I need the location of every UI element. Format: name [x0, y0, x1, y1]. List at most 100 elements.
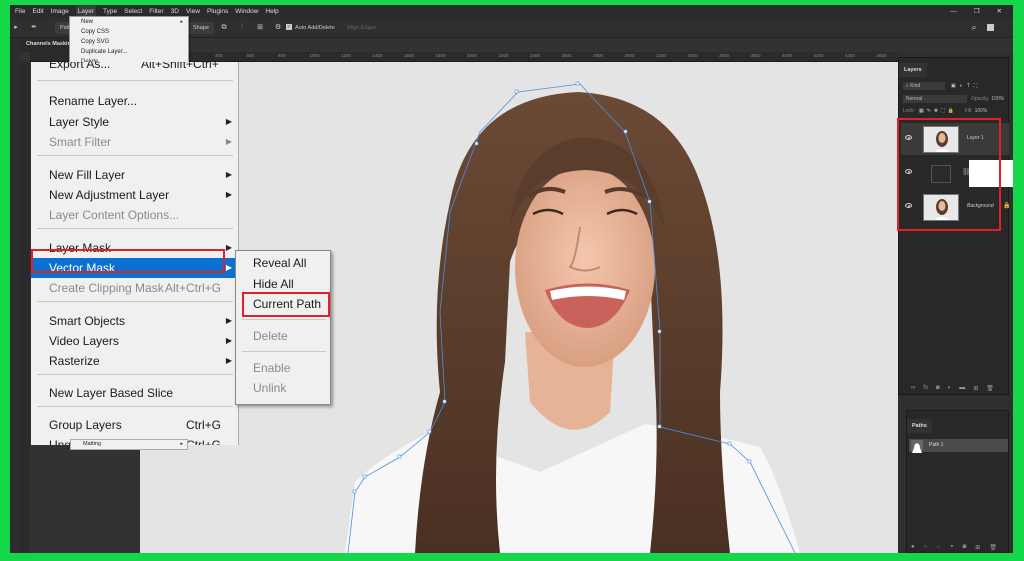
- path-alignment-icon[interactable]: ⫶: [238, 24, 246, 32]
- settings-gear-icon[interactable]: ⚙: [274, 24, 282, 32]
- paths-panel: Paths Path 1 ● ○ ⁘ ⌖ ◙ ⊞ 🗑: [906, 410, 1009, 553]
- submenu-item-hide-all[interactable]: Hide All: [253, 274, 294, 294]
- menu-plugins[interactable]: Plugins: [207, 5, 228, 18]
- toolbar: [10, 38, 20, 553]
- path-row-path-1[interactable]: Path 1: [909, 439, 1008, 453]
- menu-item-rename-layer[interactable]: Rename Layer...: [31, 91, 238, 111]
- layers-highlight-box: [897, 118, 1001, 231]
- auto-add-delete-checkbox[interactable]: ✓: [286, 24, 292, 30]
- opacity-label: Opacity:: [971, 96, 990, 102]
- menu-item-group-layers[interactable]: Group Layers Ctrl+G: [31, 415, 238, 435]
- menu-item-smart-filter: Smart Filter ▶: [49, 135, 232, 149]
- paths-tab[interactable]: Paths: [907, 419, 932, 433]
- menu-help[interactable]: Help: [265, 5, 278, 18]
- menu-item-new-layer-based-slice[interactable]: New Layer Based Slice: [31, 383, 238, 403]
- menu-item-rasterize[interactable]: Rasterize ▶: [31, 351, 238, 371]
- link-layers-icon[interactable]: ∞: [911, 385, 915, 392]
- add-mask-icon[interactable]: ◙: [963, 544, 967, 551]
- menu-item-create-clipping-mask: Create Clipping Mask Alt+Ctrl+G: [49, 281, 221, 295]
- ruler-tick: 1800: [435, 53, 446, 58]
- paths-footer: ● ○ ⁘ ⌖ ◙ ⊞ 🗑: [911, 544, 997, 551]
- path-arrangement-icon[interactable]: ⊞: [256, 24, 264, 32]
- ruler-tick: 1400: [372, 53, 383, 58]
- ruler-tick: 3800: [750, 53, 761, 58]
- ruler-tick: 1600: [404, 53, 415, 58]
- blend-mode-select[interactable]: Normal: [903, 95, 967, 103]
- menu-item-matting[interactable]: Matting ▸: [70, 439, 188, 450]
- auto-add-delete-label: Auto Add/Delete: [295, 25, 335, 31]
- menu-item-video-layers[interactable]: Video Layers ▶: [31, 331, 238, 351]
- filter-kind-select[interactable]: ⌕ Kind: [903, 81, 945, 90]
- ruler-tick: 4000: [782, 53, 793, 58]
- menu-item-duplicate-layer[interactable]: Duplicate Layer...: [70, 47, 188, 57]
- vector-mask-highlight-box: [31, 249, 225, 273]
- adjustment-icon[interactable]: ◐: [948, 385, 952, 392]
- home-icon[interactable]: ▸: [12, 24, 20, 32]
- path-thumbnail: [911, 440, 923, 453]
- restore-button[interactable]: ❐: [974, 5, 980, 18]
- menu-item-copy-css[interactable]: Copy CSS: [70, 27, 188, 37]
- path-name[interactable]: Path 1: [929, 442, 943, 448]
- submenu-item-enable: Enable: [253, 361, 291, 375]
- lock-label: Lock:: [903, 108, 915, 114]
- menu-item-copy-svg[interactable]: Copy SVG: [70, 37, 188, 47]
- ruler-tick: 4600: [876, 53, 887, 58]
- workspace-icon[interactable]: [987, 24, 994, 31]
- new-layer-icon[interactable]: ⊞: [973, 385, 978, 392]
- current-path-highlight-box: [242, 292, 330, 317]
- ruler-tick: 3600: [719, 53, 730, 58]
- menu-item-layer-style[interactable]: Layer Style ▶: [31, 112, 238, 132]
- ruler-tick: 3000: [624, 53, 635, 58]
- submenu-item-delete: Delete: [253, 329, 288, 343]
- fill-label: Fill:: [964, 108, 973, 114]
- menu-edit[interactable]: Edit: [32, 5, 43, 18]
- pen-tool-icon[interactable]: ✒: [30, 24, 38, 32]
- menu-item-new-fill-layer[interactable]: New Fill Layer ▶: [31, 165, 238, 185]
- filter-type-icons[interactable]: ▣◐T⛶: [951, 83, 981, 89]
- lock-icon: 🔒: [1003, 203, 1011, 209]
- ruler-tick: 3400: [687, 53, 698, 58]
- menu-file[interactable]: File: [15, 5, 25, 18]
- fill-input[interactable]: 100%: [975, 108, 988, 114]
- path-operations-icon[interactable]: ⧉: [220, 24, 228, 32]
- submenu-item-reveal-all[interactable]: Reveal All: [253, 253, 306, 273]
- ruler-tick: 2000: [467, 53, 478, 58]
- fx-icon[interactable]: fx: [923, 385, 928, 392]
- ruler-tick: 2400: [530, 53, 541, 58]
- ruler-tick: 3200: [656, 53, 667, 58]
- menu-image[interactable]: Image: [51, 5, 69, 18]
- vertical-ruler: [20, 62, 30, 553]
- ruler-tick: 4200: [813, 53, 824, 58]
- minimize-button[interactable]: —: [950, 5, 957, 18]
- trash-icon[interactable]: 🗑: [989, 544, 997, 551]
- lock-icons[interactable]: ▦✎✥⛶🔒: [919, 108, 957, 114]
- align-edges-checkbox[interactable]: Align Edges: [347, 25, 376, 31]
- make-path-icon[interactable]: ⌖: [950, 544, 953, 551]
- search-icon[interactable]: ⌕: [970, 23, 978, 32]
- menu-window[interactable]: Window: [235, 5, 258, 18]
- vector-mask-submenu: Reveal All Hide All Current Path Delete …: [235, 250, 331, 405]
- new-path-icon[interactable]: ⊞: [975, 544, 980, 551]
- ruler-tick: 2200: [498, 53, 509, 58]
- load-selection-icon[interactable]: ⁘: [936, 544, 941, 551]
- menu-item-export-as[interactable]: Export As... Alt+Shift+Ctrl+': [31, 62, 238, 74]
- menu-item-layer-content-options: Layer Content Options...: [49, 208, 180, 222]
- add-mask-icon[interactable]: ◙: [936, 385, 940, 392]
- folder-icon[interactable]: ▬: [959, 385, 965, 392]
- menu-item-new-adjustment-layer[interactable]: New Adjustment Layer ▶: [31, 185, 238, 205]
- ruler-tick: 2600: [561, 53, 572, 58]
- ruler-tick: 800: [278, 53, 286, 58]
- ruler-tick: 1000: [309, 53, 320, 58]
- opacity-input[interactable]: 100%: [991, 96, 1004, 102]
- layers-tab[interactable]: Layers: [899, 63, 927, 77]
- menu-item-smart-objects[interactable]: Smart Objects ▶: [31, 311, 238, 331]
- stroke-path-icon[interactable]: ○: [924, 544, 928, 551]
- layers-footer: ∞ fx ◙ ◐ ▬ ⊞ 🗑: [911, 385, 994, 392]
- menu-item-new[interactable]: New ▸: [70, 17, 188, 27]
- shape-button[interactable]: Shape: [188, 22, 214, 34]
- fill-path-icon[interactable]: ●: [911, 544, 915, 551]
- trash-icon[interactable]: 🗑: [986, 385, 994, 392]
- close-button[interactable]: ✕: [997, 5, 1002, 18]
- ruler-tick: 2800: [593, 53, 604, 58]
- submenu-item-unlink: Unlink: [253, 381, 287, 395]
